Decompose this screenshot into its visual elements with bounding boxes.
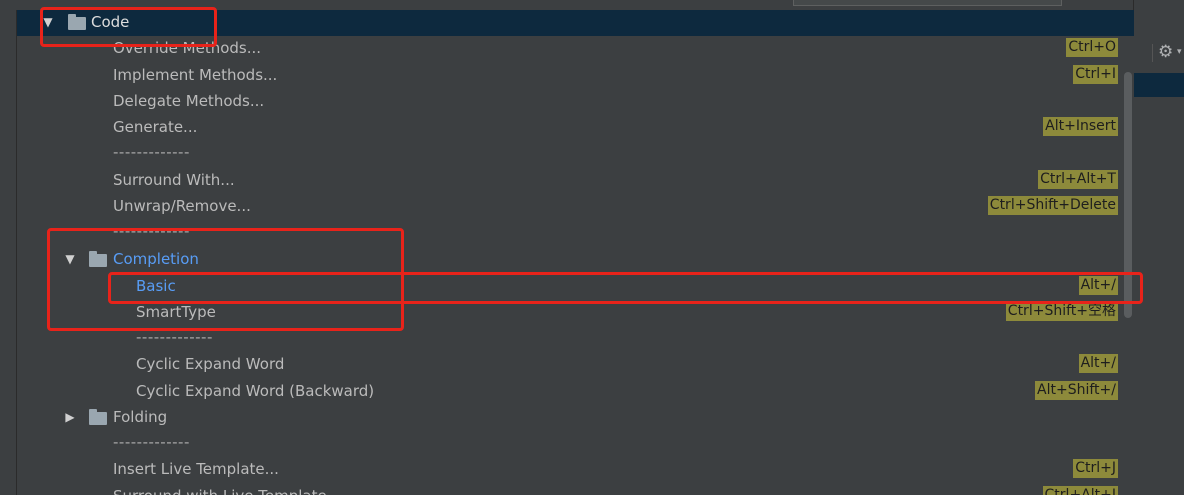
shortcut-badge: Ctrl+Alt+J	[1042, 486, 1118, 495]
highlight-box-basic	[108, 272, 1143, 304]
tree-item[interactable]: Insert Live Template... Ctrl+J	[17, 457, 1134, 483]
shortcut-badge: Alt+/	[1078, 354, 1118, 373]
separator-text: -------------	[113, 433, 190, 451]
right-panel-selection	[1134, 73, 1184, 97]
chevron-down-icon[interactable]: ▾	[1177, 47, 1182, 57]
collapse-arrow-icon[interactable]: ▶	[64, 410, 76, 424]
tree-item-label: Cyclic Expand Word (Backward)	[136, 382, 375, 400]
tree-separator: -------------	[17, 431, 1134, 457]
tree-node-folding[interactable]: ▶ Folding	[17, 405, 1134, 431]
highlight-box-code	[40, 7, 217, 47]
search-input[interactable]	[793, 0, 1062, 6]
tree-item-label: Surround with Live Template...	[113, 487, 341, 495]
tree-item-label: Generate...	[113, 118, 198, 136]
folder-icon	[89, 409, 107, 425]
toolbar-separator	[1152, 44, 1153, 62]
tree-item[interactable]: Cyclic Expand Word (Backward) Alt+Shift+…	[17, 379, 1134, 405]
gear-icon[interactable]: ⚙	[1158, 42, 1173, 62]
tree-item[interactable]: Implement Methods... Ctrl+I	[17, 63, 1134, 89]
tree-item[interactable]: Surround with Live Template... Ctrl+Alt+…	[17, 484, 1134, 495]
tree-item-label: Insert Live Template...	[113, 460, 279, 478]
tree-item-label: Implement Methods...	[113, 66, 278, 84]
tree-item-label: Delegate Methods...	[113, 92, 265, 110]
tree-node-label: Folding	[113, 408, 168, 426]
tree-item-label: Cyclic Expand Word	[136, 355, 285, 373]
shortcut-badge: Ctrl+O	[1066, 38, 1118, 57]
tree-item[interactable]: Surround With... Ctrl+Alt+T	[17, 168, 1134, 194]
shortcut-badge: Ctrl+I	[1073, 65, 1118, 84]
tree-item-label: Unwrap/Remove...	[113, 197, 251, 215]
shortcut-badge: Alt+Insert	[1043, 117, 1118, 136]
shortcut-badge: Alt+Shift+/	[1035, 381, 1118, 400]
tree-item-label: Surround With...	[113, 171, 235, 189]
separator-text: -------------	[113, 143, 190, 161]
tree-item[interactable]: Generate... Alt+Insert	[17, 115, 1134, 141]
shortcut-badge: Ctrl+J	[1073, 459, 1118, 478]
tree-separator: -------------	[17, 141, 1134, 167]
tree-item[interactable]: Unwrap/Remove... Ctrl+Shift+Delete	[17, 194, 1134, 220]
tree-item[interactable]: Cyclic Expand Word Alt+/	[17, 352, 1134, 378]
shortcut-badge: Ctrl+Shift+Delete	[987, 196, 1118, 215]
shortcut-badge: Ctrl+Shift+空格	[1005, 302, 1118, 321]
shortcut-badge: Ctrl+Alt+T	[1038, 170, 1118, 189]
tree-item[interactable]: Delegate Methods...	[17, 89, 1134, 115]
